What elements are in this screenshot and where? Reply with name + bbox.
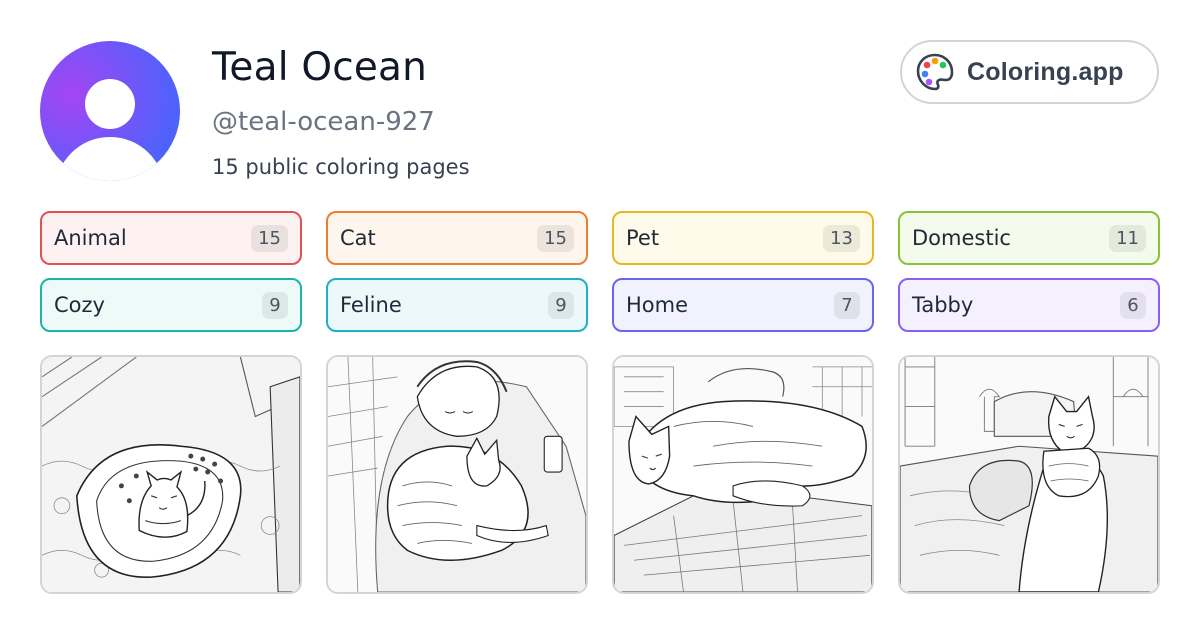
avatar-body-shape — [55, 137, 165, 181]
tag-count: 6 — [1120, 291, 1146, 319]
cat-lounging-on-bed-drawing — [614, 357, 872, 592]
tag-chip[interactable]: Cozy 9 — [40, 278, 302, 332]
tag-chip[interactable]: Animal 15 — [40, 211, 302, 265]
tag-label: Pet — [626, 226, 660, 250]
tag-chip[interactable]: Domestic 11 — [898, 211, 1160, 265]
tag-label: Domestic — [912, 226, 1011, 250]
tag-count: 11 — [1109, 224, 1146, 252]
tag-chip[interactable]: Pet 13 — [612, 211, 874, 265]
avatar-head-shape — [85, 79, 135, 129]
tag-chip[interactable]: Feline 9 — [326, 278, 588, 332]
tag-chip[interactable]: Home 7 — [612, 278, 874, 332]
tag-label: Home — [626, 293, 689, 317]
coloring-page-thumbnail[interactable] — [898, 355, 1160, 594]
profile-name: Teal Ocean — [212, 45, 428, 90]
avatar — [40, 41, 180, 181]
palette-icon — [916, 53, 954, 91]
tag-label: Feline — [340, 293, 402, 317]
coloring-page-thumbnail[interactable] — [40, 355, 302, 594]
coloring-page-thumbnail[interactable] — [612, 355, 874, 594]
coloring-page-thumbnail[interactable] — [326, 355, 588, 594]
profile-page-count: 15 public coloring pages — [212, 155, 470, 179]
profile-handle: @teal-ocean-927 — [212, 107, 435, 137]
tag-chip[interactable]: Tabby 6 — [898, 278, 1160, 332]
cat-in-laundry-basket-drawing — [42, 357, 300, 592]
brand-badge[interactable]: Coloring.app — [900, 40, 1159, 104]
thumbnail-grid — [40, 355, 1160, 594]
tag-label: Cat — [340, 226, 376, 250]
tag-count: 15 — [537, 224, 574, 252]
tag-count: 13 — [823, 224, 860, 252]
tag-label: Tabby — [912, 293, 974, 317]
cat-sleeping-with-girl-drawing — [328, 357, 586, 592]
tag-label: Cozy — [54, 293, 105, 317]
cat-held-in-bedroom-drawing — [900, 357, 1158, 592]
tag-count: 9 — [262, 291, 288, 319]
brand-label: Coloring.app — [967, 57, 1124, 86]
tag-chip[interactable]: Cat 15 — [326, 211, 588, 265]
tag-count: 7 — [834, 291, 860, 319]
tag-grid: Animal 15 Cat 15 Pet 13 Domestic 11 Cozy 9 Fe… — [40, 211, 1160, 332]
tag-count: 9 — [548, 291, 574, 319]
tag-label: Animal — [54, 226, 127, 250]
tag-count: 15 — [251, 224, 288, 252]
